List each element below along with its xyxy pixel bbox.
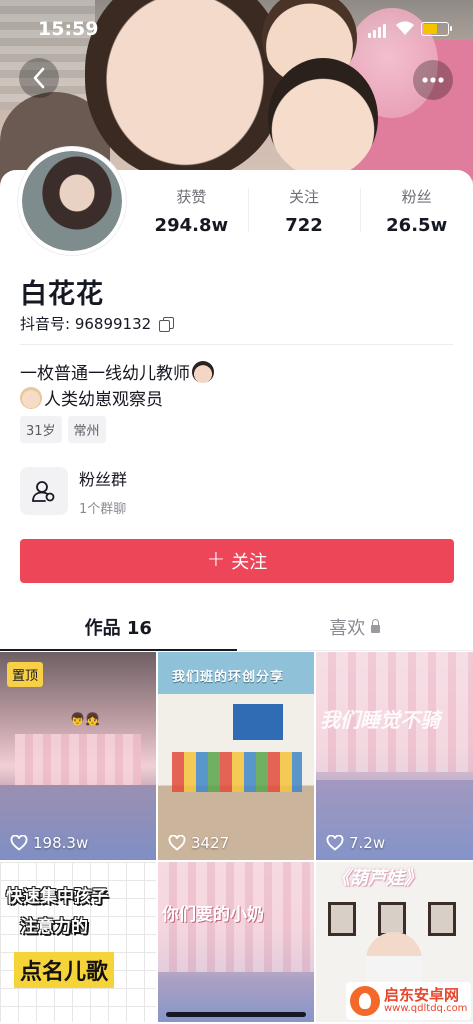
watermark-name: 启东安卓网 — [384, 985, 460, 1004]
avatar[interactable] — [18, 147, 126, 255]
back-button[interactable] — [19, 58, 59, 98]
stat-likes-received: 获赞 294.8w — [135, 182, 248, 242]
stat-label: 获赞 — [176, 188, 207, 206]
fans-group-subtitle: 1个群聊 — [79, 501, 127, 517]
profile-stats: 获赞 294.8w 关注 722 粉丝 26.5w — [135, 182, 473, 242]
follow-label: 关注 — [231, 552, 268, 573]
video-likes: 198.3w — [10, 834, 88, 852]
video-likes-count: 7.2w — [349, 834, 386, 852]
stat-followers[interactable]: 粉丝 26.5w — [360, 182, 473, 242]
heart-icon — [10, 835, 28, 851]
plus-icon: + — [206, 547, 226, 572]
video-item-5[interactable]: 你们要的小奶 — [158, 862, 314, 1022]
bio-line-2: 人类幼崽观察员 — [20, 387, 214, 413]
video-item-1[interactable]: 👦👧 置顶 198.3w — [0, 652, 156, 860]
status-bar: 15:59 — [0, 12, 473, 48]
watermark-logo-icon — [350, 986, 380, 1016]
profile-bio: 一枚普通一线幼儿教师 人类幼崽观察员 — [20, 361, 214, 413]
profile-tabs: 作品 16 喜欢 — [0, 603, 473, 651]
fans-group-title: 粉丝群 — [79, 469, 128, 489]
douyin-id[interactable]: 抖音号: 96899132 — [20, 313, 175, 334]
bio-line-1: 一枚普通一线幼儿教师 — [20, 361, 214, 387]
bio-text-1: 一枚普通一线幼儿教师 — [20, 364, 190, 384]
tab-likes[interactable]: 喜欢 — [237, 603, 473, 650]
group-icon — [20, 467, 68, 515]
tag-location: 常州 — [67, 416, 106, 443]
stat-following[interactable]: 关注 722 — [247, 182, 361, 242]
fans-group-text: 粉丝群 1个群聊 — [79, 466, 127, 517]
wifi-icon — [396, 21, 414, 35]
video-item-2[interactable]: 我们班的环创分享 3427 — [158, 652, 314, 860]
douyin-id-text: 抖音号: 96899132 — [20, 315, 152, 333]
tab-likes-label: 喜欢 — [329, 617, 366, 639]
video-title: 你们要的小奶 — [162, 905, 264, 925]
battery-icon — [421, 22, 452, 36]
video-likes: 7.2w — [326, 834, 385, 852]
more-button[interactable] — [413, 60, 453, 100]
video-likes: 3427 — [168, 834, 229, 852]
more-dots-icon — [422, 77, 444, 83]
video-title-line-2: 注意力的 — [20, 917, 88, 937]
video-likes-count: 198.3w — [33, 834, 89, 852]
video-item-6[interactable]: 《葫芦娃》 启东安卓网 www.qdltdq.com — [316, 862, 473, 1022]
video-grid: 👦👧 置顶 198.3w 我们班的环创分享 3427 我们睡觉不骑 7.2w 快… — [0, 652, 473, 1024]
divider — [20, 344, 453, 345]
watermark: 启东安卓网 www.qdltdq.com — [346, 982, 471, 1020]
video-title: 《葫芦娃》 — [332, 868, 422, 889]
video-title: 我们睡觉不骑 — [320, 708, 440, 732]
signal-icon — [368, 24, 386, 38]
heart-icon — [168, 835, 186, 851]
copy-icon[interactable] — [159, 316, 175, 332]
fans-group-entry[interactable]: 粉丝群 1个群聊 — [20, 466, 320, 517]
baby-emoji-icon — [20, 387, 42, 409]
bio-text-2: 人类幼崽观察员 — [44, 390, 163, 410]
video-title-line-1: 快速集中孩子 — [6, 887, 108, 907]
kids-sticker-icon: 👦👧 — [70, 712, 100, 726]
tab-works[interactable]: 作品 16 — [0, 603, 237, 651]
profile-tags: 31岁 常州 — [20, 416, 106, 443]
video-title: 我们班的环创分享 — [172, 670, 285, 685]
cover-child-center — [268, 58, 378, 178]
heart-icon — [326, 835, 344, 851]
stat-value: 26.5w — [386, 215, 448, 236]
woman-emoji-icon — [192, 361, 214, 383]
tab-works-label: 作品 16 — [84, 617, 152, 639]
pinned-badge: 置顶 — [7, 662, 44, 687]
video-title-line-3: 点名儿歌 — [14, 952, 115, 988]
stat-value: 722 — [285, 215, 323, 236]
stat-label: 粉丝 — [401, 188, 432, 206]
video-likes-count: 3427 — [191, 834, 230, 852]
tag-age: 31岁 — [20, 416, 62, 443]
status-time: 15:59 — [38, 18, 99, 40]
watermark-url: www.qdltdq.com — [384, 1002, 468, 1014]
video-item-3[interactable]: 我们睡觉不骑 7.2w — [316, 652, 473, 860]
chevron-left-icon — [33, 67, 45, 89]
lock-icon — [371, 618, 381, 633]
profile-name: 白花花 — [20, 279, 104, 310]
stat-label: 关注 — [289, 188, 320, 206]
home-indicator[interactable] — [166, 1012, 306, 1017]
stat-value: 294.8w — [154, 215, 229, 236]
follow-button[interactable]: + 关注 — [20, 539, 454, 583]
video-item-4[interactable]: 快速集中孩子 注意力的 点名儿歌 — [0, 862, 156, 1022]
